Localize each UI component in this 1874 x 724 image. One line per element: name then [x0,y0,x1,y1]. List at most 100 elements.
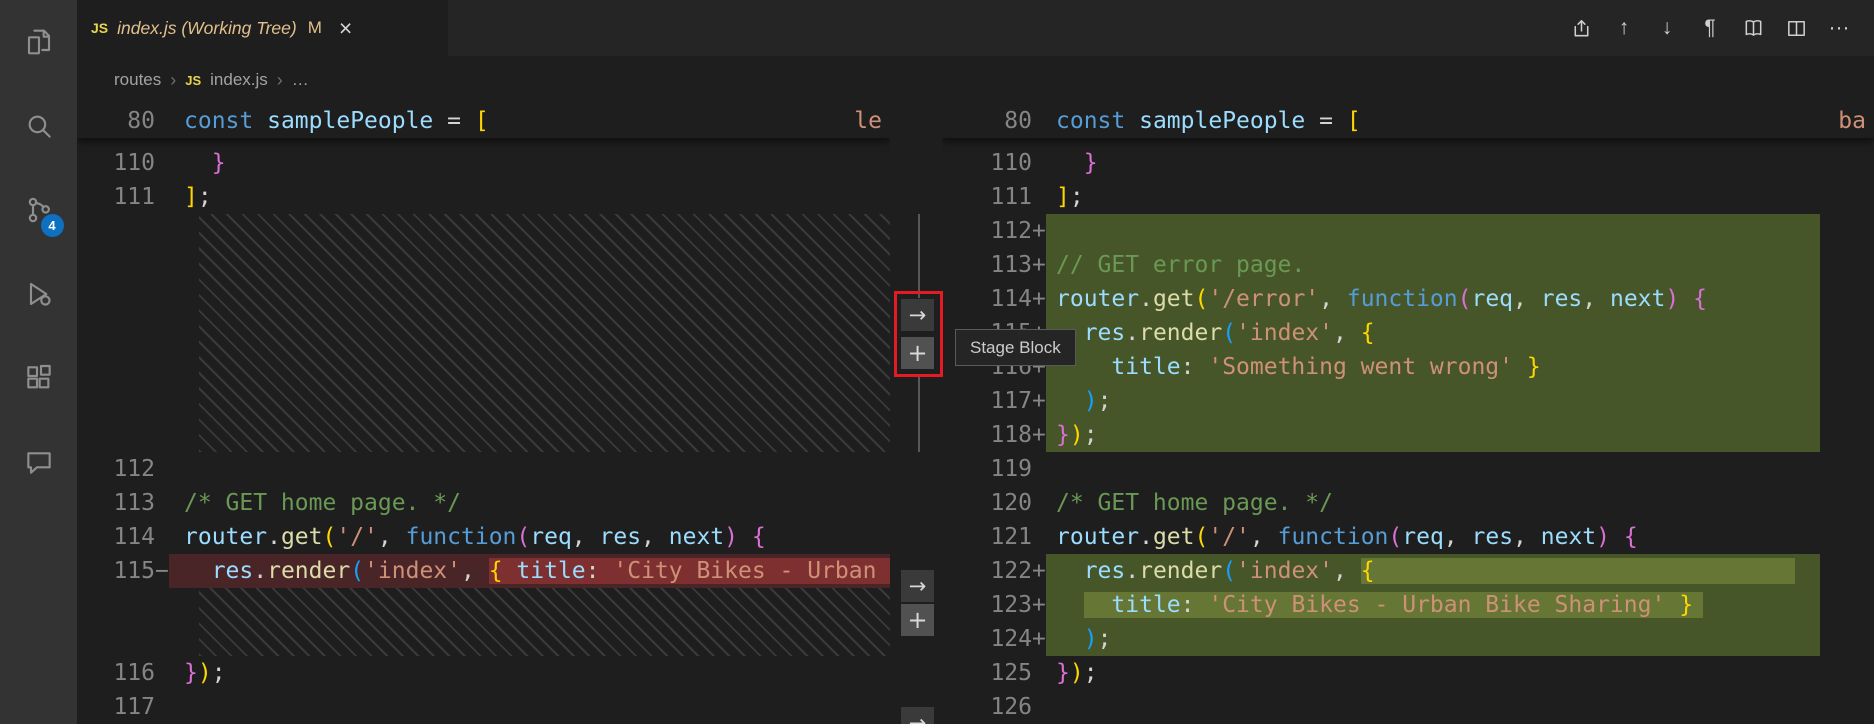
diff-marker [1032,452,1046,486]
code-token: 'City Bikes - Urban Bike Sharing' [1208,592,1665,618]
code-line: 119 [942,452,1874,486]
diff-marker [1032,146,1046,180]
code-line-content[interactable]: res.render('index', { title: 'City Bikes… [169,554,890,588]
code-token: 'Something went wrong' [1208,354,1513,380]
code-token: ] [1056,184,1070,210]
code-line-content[interactable]: const samplePeople = [ [169,104,890,138]
open-file-icon[interactable] [1566,13,1596,43]
code-token: : [586,558,614,584]
editor-actions: ↑ ↓ ¶ ··· [1566,0,1854,56]
map-icon[interactable] [1738,13,1768,43]
code-line-content[interactable]: }); [169,656,890,690]
code-token [1679,286,1693,312]
run-and-debug-icon[interactable] [15,270,63,318]
code-token: res [600,524,642,550]
line-number-gutter: 123+ [942,588,1046,622]
line-number: 116 [77,656,155,690]
code-line: 115− res.render('index', { title: 'City … [77,554,890,588]
code-token: '/' [336,524,378,550]
code-line-content[interactable]: ); [1046,622,1820,656]
revert-block-arrow-button[interactable]: → [901,299,934,331]
stage-block-plus-button[interactable]: + [901,337,934,369]
code-line-content[interactable] [1046,690,1820,724]
code-line-content[interactable] [1046,452,1820,486]
toggle-whitespace-icon[interactable]: ¶ [1695,13,1725,43]
code-token: ( [516,524,530,550]
code-token: } [1056,422,1070,448]
code-token: router [184,524,267,550]
explorer-icon[interactable] [15,18,63,66]
split-editor-icon[interactable] [1781,13,1811,43]
line-number-gutter: 119 [942,452,1046,486]
more-actions-icon[interactable]: ··· [1824,13,1854,43]
line-number: 110 [942,146,1032,180]
diff-action-gutter: → + → + → [890,104,942,724]
code-token [738,524,752,550]
code-line-content[interactable]: const samplePeople = [ [1046,104,1820,138]
source-control-icon[interactable]: 4 [15,186,63,234]
code-line-content[interactable]: /* GET home page. */ [1046,486,1820,520]
revert-block-arrow-button[interactable]: → [901,707,934,724]
revert-block-arrow-button[interactable]: → [901,570,934,602]
code-line: 111]; [77,180,890,214]
breadcrumb-item[interactable]: index.js [210,70,268,90]
code-line-content[interactable]: router.get('/', function(req, res, next)… [169,520,890,554]
line-number-gutter: 114+ [942,282,1046,316]
diff-marker: + [1032,622,1046,656]
line-number: 80 [77,104,155,138]
line-number: 114 [77,520,155,554]
previous-change-icon[interactable]: ↑ [1609,13,1639,43]
breadcrumb: routes›JSindex.js›… [77,56,1874,104]
close-tab-icon[interactable]: × [339,17,352,40]
tab-indexjs-working-tree[interactable]: JS index.js (Working Tree) M × [77,0,448,56]
code-line-content[interactable]: } [169,146,890,180]
code-line-content[interactable]: title: 'City Bikes - Urban Bike Sharing'… [1046,588,1820,622]
code-line-content[interactable]: ]; [1046,180,1820,214]
chat-icon[interactable] [15,438,63,486]
code-line-content[interactable]: router.get('/', function(req, res, next)… [1046,520,1820,554]
code-line-content[interactable]: } [1046,146,1820,180]
code-token: ) [1084,388,1098,414]
code-line-content[interactable]: /* GET home page. */ [169,486,890,520]
line-number-gutter: 117+ [942,384,1046,418]
next-change-icon[interactable]: ↓ [1652,13,1682,43]
line-number: 111 [942,180,1032,214]
diff-marker [1032,104,1046,138]
code-token: . [1125,320,1139,346]
line-number: 121 [942,520,1032,554]
code-line-content[interactable]: ]; [169,180,890,214]
code-line-content[interactable]: // GET error page. [1046,248,1820,282]
code-line-content[interactable] [1046,214,1820,248]
code-token: req [1471,286,1513,312]
diff-marker [155,180,169,214]
code-token [1056,626,1084,652]
code-line-content[interactable]: }); [1046,656,1820,690]
diff-marker [1032,486,1046,520]
code-line-content[interactable] [169,452,890,486]
code-line-content[interactable]: res.render('index', { [1046,554,1820,588]
search-icon[interactable] [15,102,63,150]
breadcrumb-item[interactable]: routes [114,70,161,90]
code-line-content[interactable]: res.render('index', { [1046,316,1820,350]
line-number-gutter: 80 [942,104,1046,138]
code-token: ; [1070,184,1084,210]
code-line-content[interactable]: router.get('/error', function(req, res, … [1046,282,1820,316]
breadcrumb-item[interactable]: … [292,70,309,90]
code-line-content[interactable]: }); [1046,418,1820,452]
code-token: get [1153,286,1195,312]
code-token: } [184,660,198,686]
code-line-content[interactable] [169,690,890,724]
code-token: , [378,524,406,550]
code-token: '/' [1208,524,1250,550]
code-line: 112 [77,452,890,486]
line-number-gutter: 114 [77,520,169,554]
code-token: title [1111,354,1180,380]
code-line: 126 [942,690,1874,724]
stage-block-plus-button[interactable]: + [901,604,934,636]
line-number: 117 [77,690,155,724]
code-line-content[interactable]: title: 'Something went wrong' } [1046,350,1820,384]
diff-marker: + [1032,248,1046,282]
code-line-content[interactable]: ); [1046,384,1820,418]
extensions-icon[interactable] [15,354,63,402]
diff-marker [155,146,169,180]
